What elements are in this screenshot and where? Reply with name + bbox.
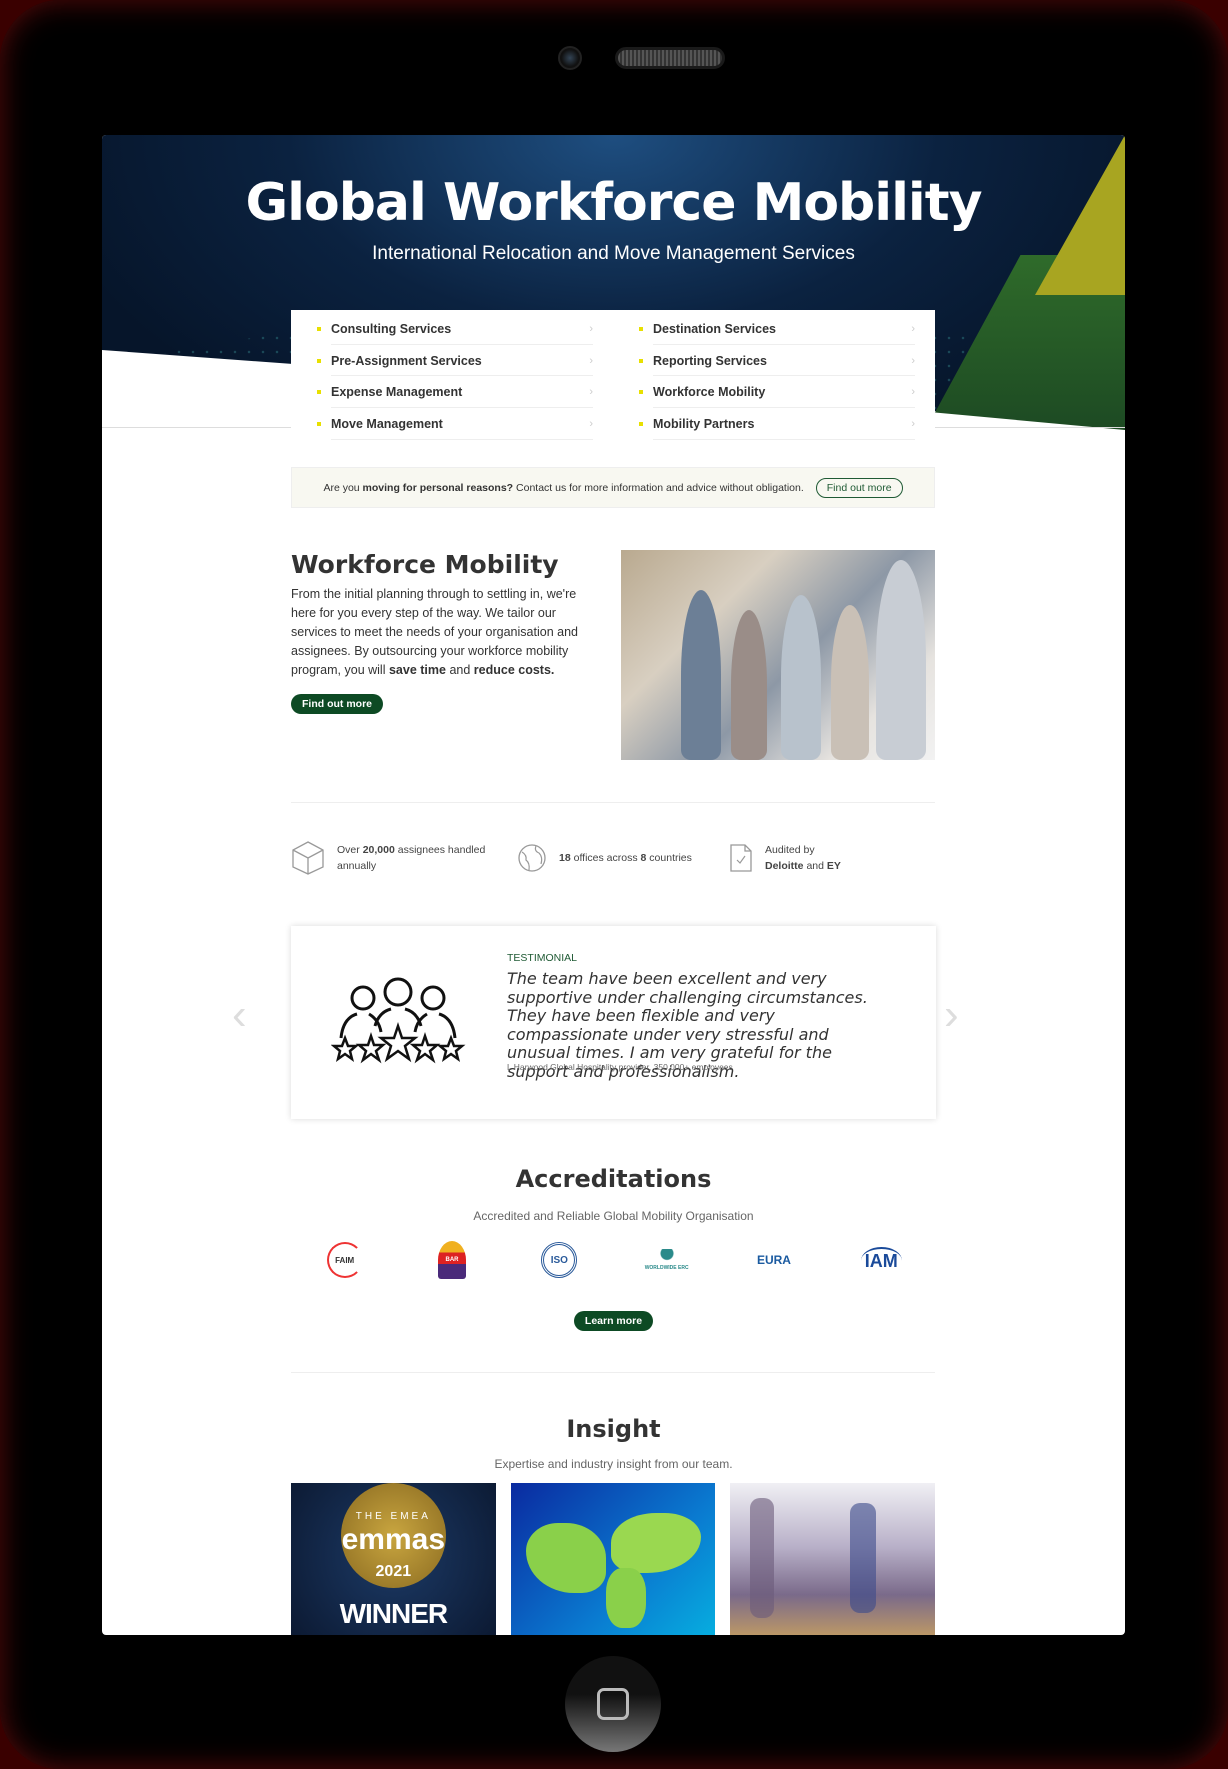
service-label: Pre-Assignment Services [331,353,482,368]
service-link[interactable]: Expense Management › [317,378,593,408]
insight-card-emmas[interactable]: THE EMEA emmas 2021 WINNER [291,1483,496,1635]
bar-logo: BAR [422,1240,482,1280]
insight-card-world-map[interactable] [510,1483,716,1635]
chevron-right-icon: › [589,386,593,399]
page-title: Global Workforce Mobility [245,173,982,233]
banner-text: Are you moving for personal reasons? Con… [323,481,804,494]
faim-logo: FAIM [315,1240,375,1280]
chevron-right-icon: › [589,322,593,335]
service-label: Reporting Services [653,353,767,368]
camera-icon [558,46,582,70]
eura-logo: EURA [756,1253,791,1267]
service-link[interactable]: Workforce Mobility › [639,378,915,408]
chevron-right-icon: › [911,354,915,367]
globe-icon [518,844,546,872]
service-label: Consulting Services [331,321,452,336]
box-icon [292,841,324,875]
service-label: Expense Management [331,385,463,400]
accreditations-subtitle: Accredited and Reliable Global Mobility … [473,1209,754,1223]
service-label: Move Management [331,417,443,431]
worldwide-erc-logo: WORLDWIDE ERC [637,1240,697,1280]
stat-item: Audited by Deloitte and EY [729,840,885,876]
insight-card-commuters[interactable] [730,1483,936,1635]
testimonial-card: TESTIMONIAL The team have been excellent… [291,926,936,1119]
stat-item: 18 offices across 8 countries [517,840,699,876]
tablet-frame: Global Workforce Mobility International … [0,0,1228,1769]
carousel-prev-button[interactable]: ‹ [232,990,247,1040]
document-check-icon [730,844,752,872]
accreditations-heading: Accreditations [515,1165,712,1193]
service-link[interactable]: Destination Services › [639,314,915,345]
screen: Global Workforce Mobility International … [102,135,1125,1635]
service-link[interactable]: Reporting Services › [639,346,915,377]
learn-more-button[interactable]: Learn more [573,1311,654,1331]
home-icon [597,1688,629,1720]
stats-row: Over 20,000 assignees handled annually 1… [291,840,935,876]
iso-logo: ISO [529,1240,589,1280]
carousel-next-button[interactable]: › [944,990,959,1040]
accreditation-logos: FAIM BAR ISO WORLDWIDE ERC EURA IAM [291,1240,935,1280]
chevron-right-icon: › [589,354,593,367]
chevron-right-icon: › [911,418,915,430]
home-button[interactable] [565,1656,661,1752]
chevron-right-icon: › [911,386,915,399]
insight-heading: Insight [566,1415,661,1443]
find-out-more-button[interactable]: Find out more [291,694,383,714]
insight-subtitle: Expertise and industry insight from our … [494,1457,733,1471]
chevron-right-icon: › [589,418,593,430]
service-label: Mobility Partners [653,417,755,431]
testimonial-label: TESTIMONIAL [507,952,578,964]
service-link[interactable]: Mobility Partners › [639,409,915,440]
page-subtitle: International Relocation and Move Manage… [372,243,855,264]
service-link[interactable]: Pre-Assignment Services › [317,346,593,377]
section-heading: Workforce Mobility [291,550,559,579]
service-label: Workforce Mobility [653,385,766,400]
iam-logo: IAM [851,1240,911,1280]
service-link[interactable]: Consulting Services › [317,314,593,345]
section-text: From the initial planning through to set… [291,587,578,677]
service-link[interactable]: Move Management › [317,409,593,440]
find-out-more-button[interactable]: Find out more [815,477,903,498]
speaker-grille [615,47,725,69]
insight-cards: THE EMEA emmas 2021 WINNER [291,1483,936,1635]
service-label: Destination Services [653,321,776,336]
testimonial-author: L Harwood Global Hospitality provider, 3… [507,1062,733,1072]
stat-item: Over 20,000 assignees handled annually [291,840,487,876]
personal-move-banner: Are you moving for personal reasons? Con… [291,467,935,508]
team-rating-icon [331,977,466,1064]
services-menu: Consulting Services › Destination Service… [291,310,935,445]
chevron-right-icon: › [911,322,915,335]
team-meeting-photo [621,550,935,760]
